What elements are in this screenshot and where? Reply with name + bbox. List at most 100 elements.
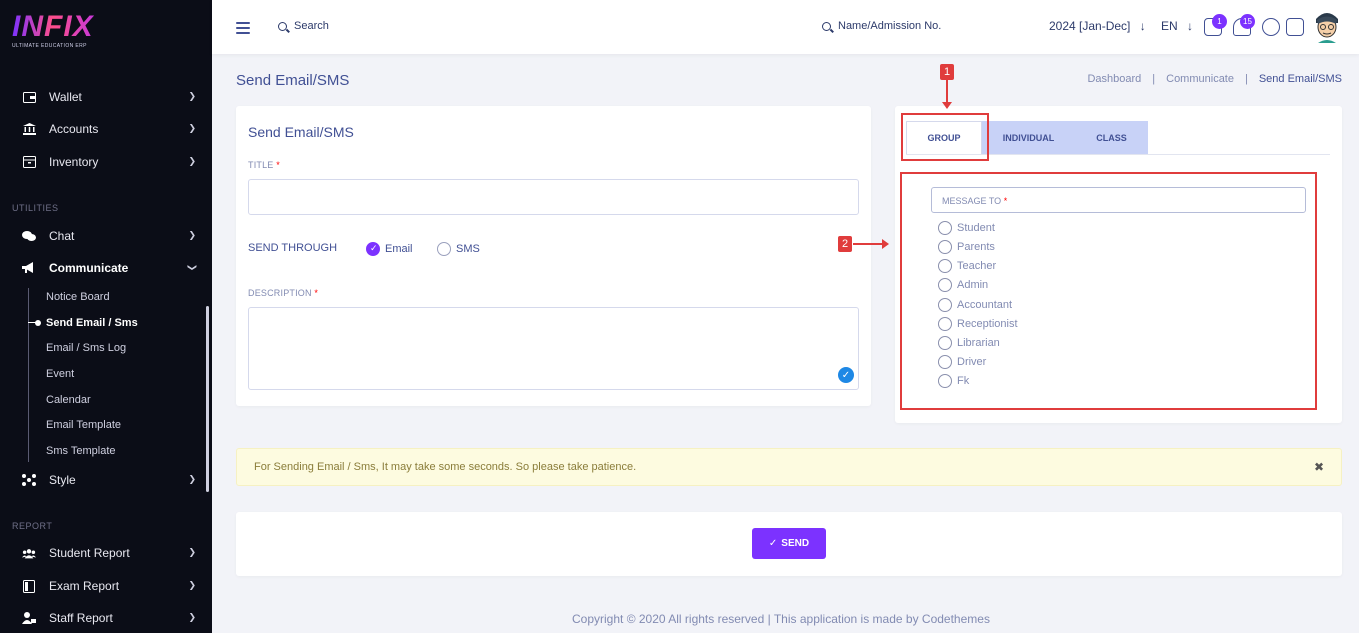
breadcrumb-dashboard[interactable]: Dashboard [1087,73,1141,85]
send-form-card: Send Email/SMS TITLE * SEND THROUGH Emai… [236,106,871,406]
required-mark: * [314,288,319,298]
close-icon[interactable]: ✖ [1314,460,1324,474]
submenu-calendar[interactable]: Calendar [46,394,91,406]
tab-individual[interactable]: INDIVIDUAL [982,121,1075,154]
sidebar-item-inventory[interactable]: Inventory ❯ [0,149,212,175]
chevron-right-icon: ❯ [188,123,196,133]
avatar[interactable] [1314,11,1340,43]
language-select[interactable]: EN ↓ [1161,19,1193,33]
form-card-title: Send Email/SMS [248,124,354,140]
chevron-right-icon: ❯ [188,91,196,101]
academic-year-label: 2024 [Jan-Dec] [1049,19,1131,33]
admission-search-label: Name/Admission No. [838,20,942,32]
megaphone-icon [22,261,36,275]
sidebar-item-label: Wallet [49,90,82,104]
description-label: DESCRIPTION * [248,288,318,298]
annotation-marker-1: 1 [940,64,954,80]
send-button-label: SEND [781,538,810,549]
footer-copyright: Copyright © 2020 All rights reserved | T… [572,612,990,626]
sms-radio-label[interactable]: SMS [456,243,480,255]
admission-search[interactable]: Name/Admission No. [822,20,941,32]
arrowhead-down-icon [942,102,952,109]
section-title-utilities: UTILITIES [12,203,59,213]
submenu-line [28,288,29,462]
description-textarea[interactable]: ✓ [248,307,859,390]
academic-year-select[interactable]: 2024 [Jan-Dec] ↓ [1049,19,1146,33]
sidebar-item-label: Inventory [49,155,99,169]
hamburger-menu-icon[interactable] [236,22,250,34]
sidebar-item-label: Staff Report [49,611,113,625]
breadcrumb-separator: | [1152,73,1156,85]
sidebar: INFIX ULTIMATE EDUCATION ERP Wallet ❯ Ac… [0,0,212,633]
sidebar-item-chat[interactable]: Chat ❯ [0,223,212,249]
section-title-report: REPORT [12,521,53,531]
chevron-right-icon: ❯ [188,230,196,240]
logo[interactable]: INFIX ULTIMATE EDUCATION ERP [12,10,94,50]
search-icon [278,21,287,31]
inventory-icon [22,155,36,169]
breadcrumb-communicate[interactable]: Communicate [1166,73,1234,85]
arrowhead-right-icon [882,239,889,249]
send-card: ✓ SEND [236,512,1342,576]
exam-icon [22,579,36,593]
logo-text: INFIX [12,10,94,43]
breadcrumb: Dashboard | Communicate | Send Email/SMS [1087,73,1342,85]
sidebar-item-label: Style [49,473,76,487]
active-dot [35,320,41,326]
page-title: Send Email/SMS [236,72,350,89]
search-icon [822,21,831,31]
email-radio[interactable] [366,242,380,256]
annotation-arrow-2 [853,243,883,245]
submenu-email-sms-log[interactable]: Email / Sms Log [46,342,126,354]
submenu-send-email-sms[interactable]: Send Email / Sms [46,317,138,329]
description-label-text: DESCRIPTION [248,288,312,298]
annotation-box-roles [900,172,1317,410]
title-label: TITLE * [248,160,280,170]
sidebar-item-communicate[interactable]: Communicate ❯ [0,255,212,281]
chevron-right-icon: ❯ [188,547,196,557]
required-mark: * [276,160,280,170]
language-label: EN [1161,19,1178,33]
style-icon [22,473,36,487]
sidebar-item-style[interactable]: Style ❯ [0,467,212,493]
submenu-notice-board[interactable]: Notice Board [46,291,110,303]
tab-class[interactable]: CLASS [1075,121,1148,154]
send-button[interactable]: ✓ SEND [752,528,826,559]
annotation-box-group-tab [901,113,989,161]
sidebar-scrollbar[interactable] [206,306,209,492]
chat-badge: 1 [1212,14,1227,29]
header-search-label: Search [294,20,329,32]
arrow-down-icon: ↓ [1187,19,1194,33]
submenu-event[interactable]: Event [46,368,74,380]
chevron-right-icon: ❯ [188,580,196,590]
users-icon [22,546,36,560]
chevron-down-icon: ❯ [187,263,198,272]
check-icon: ✓ [768,538,778,549]
sidebar-item-exam-report[interactable]: Exam Report ❯ [0,573,212,599]
title-label-text: TITLE [248,160,274,170]
send-through-label: SEND THROUGH [248,242,338,254]
wallet-icon [22,90,36,104]
sidebar-item-label: Communicate [49,261,129,275]
email-radio-label[interactable]: Email [385,243,413,255]
submenu-email-template[interactable]: Email Template [46,419,121,431]
sidebar-item-staff-report[interactable]: Staff Report ❯ [0,605,212,631]
title-input[interactable] [248,179,859,215]
header-search[interactable]: Search [278,20,329,32]
staff-icon [22,611,36,625]
submenu-sms-template[interactable]: Sms Template [46,445,116,457]
bank-icon [22,122,36,136]
sidebar-item-label: Exam Report [49,579,120,593]
chevron-right-icon: ❯ [188,474,196,484]
check-circle-icon: ✓ [838,367,854,383]
breadcrumb-current: Send Email/SMS [1258,73,1342,85]
analytics-icon[interactable] [1286,18,1304,36]
sidebar-item-student-report[interactable]: Student Report ❯ [0,540,212,566]
alert-text: For Sending Email / Sms, It may take som… [254,461,637,473]
chat-icon [22,229,36,243]
annotation-marker-2: 2 [838,236,852,252]
globe-icon[interactable] [1262,18,1280,36]
sidebar-item-wallet[interactable]: Wallet ❯ [0,84,212,110]
sms-radio[interactable] [437,242,451,256]
sidebar-item-accounts[interactable]: Accounts ❯ [0,116,212,142]
